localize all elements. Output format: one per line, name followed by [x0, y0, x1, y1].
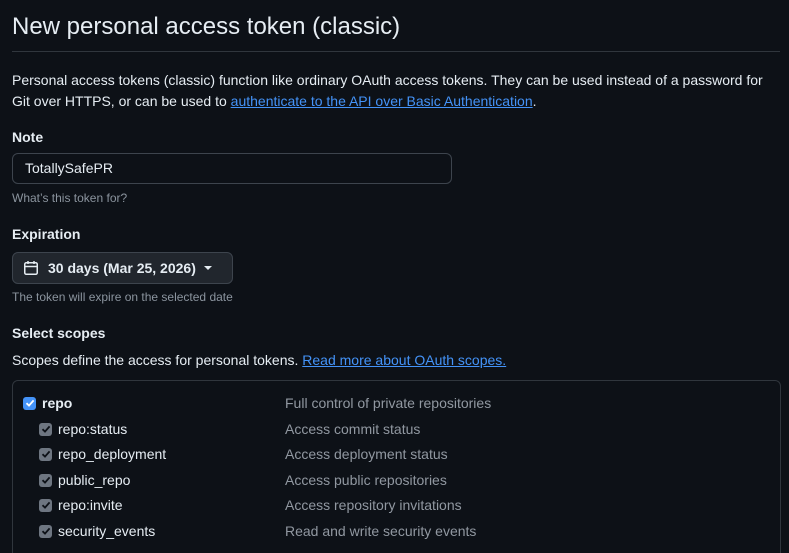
intro-end: .: [532, 93, 537, 109]
oauth-scopes-link[interactable]: Read more about OAuth scopes.: [302, 352, 506, 368]
scope-checkbox-repo-deployment[interactable]: [39, 447, 52, 461]
basic-auth-link[interactable]: authenticate to the API over Basic Authe…: [231, 93, 533, 109]
expiration-dropdown[interactable]: 30 days (Mar 25, 2026): [12, 252, 233, 284]
scopes-description: Scopes define the access for personal to…: [12, 350, 506, 370]
note-input[interactable]: TotallySafePR: [12, 153, 452, 184]
note-label: Note: [12, 129, 44, 145]
scopes-list: repo Full control of private repositorie…: [12, 380, 781, 553]
scope-row-repo: repo Full control of private repositorie…: [13, 392, 780, 414]
scope-row-security-events: security_events Read and write security …: [13, 520, 780, 542]
scopes-description-text: Scopes define the access for personal to…: [12, 352, 303, 368]
token-form-page: New personal access token (classic) Pers…: [0, 0, 789, 553]
scope-description: Full control of private repositories: [285, 395, 492, 411]
check-icon: [41, 450, 50, 458]
intro-paragraph: Personal access tokens (classic) functio…: [12, 70, 782, 112]
scope-row-repo-status: repo:status Access commit status: [13, 418, 780, 440]
scope-name: repo:status: [58, 421, 128, 437]
scope-name: security_events: [58, 523, 156, 539]
scope-checkbox-security-events[interactable]: [39, 524, 52, 538]
expiration-hint: The token will expire on the selected da…: [12, 290, 233, 304]
scope-row-repo-deployment: repo_deployment Access deployment status: [13, 443, 780, 465]
scope-checkbox-repo-invite[interactable]: [39, 498, 52, 512]
check-icon: [41, 425, 50, 433]
scope-description: Read and write security events: [285, 523, 477, 539]
scopes-label: Select scopes: [12, 325, 106, 341]
scope-description: Access commit status: [285, 421, 421, 437]
expiration-label: Expiration: [12, 226, 81, 242]
scope-description: Access public repositories: [285, 472, 447, 488]
scope-checkbox-repo[interactable]: [23, 396, 36, 410]
scope-name: repo:invite: [58, 497, 123, 513]
scope-checkbox-repo-status[interactable]: [39, 422, 52, 436]
check-icon: [41, 501, 50, 509]
scope-description: Access repository invitations: [285, 497, 462, 513]
check-icon: [41, 527, 50, 535]
page-title: New personal access token (classic): [12, 13, 401, 40]
calendar-icon: [23, 260, 39, 276]
scope-row-public-repo: public_repo Access public repositories: [13, 469, 780, 491]
triangle-down-icon: [203, 265, 213, 271]
title-divider: [12, 51, 780, 52]
scope-row-repo-invite: repo:invite Access repository invitation…: [13, 494, 780, 516]
check-icon: [25, 399, 34, 407]
scope-name: repo_deployment: [58, 446, 167, 462]
check-icon: [41, 476, 50, 484]
note-hint: What’s this token for?: [12, 191, 128, 205]
scope-name: public_repo: [58, 472, 131, 488]
scope-name: repo: [42, 395, 73, 411]
scope-checkbox-public-repo[interactable]: [39, 473, 52, 487]
scope-description: Access deployment status: [285, 446, 448, 462]
expiration-selected: 30 days (Mar 25, 2026): [48, 260, 196, 276]
